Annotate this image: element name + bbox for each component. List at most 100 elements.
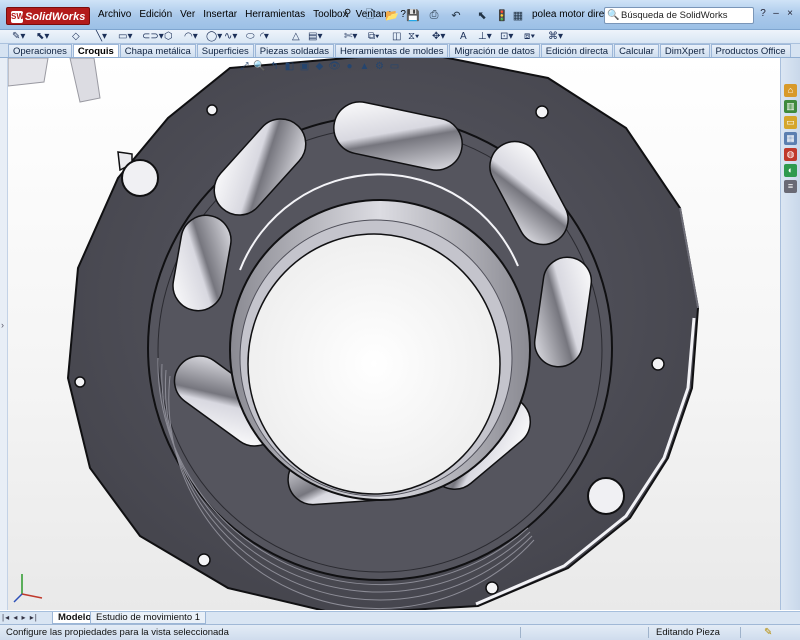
status-divider (648, 627, 649, 638)
print-icon[interactable]: ⎙ (426, 6, 442, 24)
open-icon[interactable]: 📂 (384, 6, 400, 24)
bolt-hole[interactable] (74, 376, 86, 388)
rectangle-icon[interactable]: ▭▾ (118, 30, 132, 44)
mirror-icon[interactable]: ⧖▾ (408, 30, 419, 44)
search-placeholder: Búsqueda de SolidWorks (621, 10, 728, 21)
graphics-area[interactable] (8, 58, 780, 610)
quick-snaps-icon[interactable]: ⊡▾ (500, 30, 513, 44)
fillet-icon[interactable]: ◜▾ (260, 30, 269, 44)
bolt-hole[interactable] (535, 105, 549, 119)
tab-migracion-datos[interactable]: Migración de datos (449, 44, 540, 57)
spline-icon[interactable]: ∿▾ (224, 30, 237, 44)
bore-opening (247, 233, 501, 495)
text-icon[interactable]: A (460, 30, 467, 44)
title-bar: SWSolidWorks Archivo Edición Ver Inserta… (0, 0, 800, 30)
part-model[interactable] (8, 58, 780, 610)
custom-properties-icon[interactable]: ◐ (784, 164, 797, 177)
options-icon[interactable]: ▦ (510, 6, 526, 24)
search-icon: 🔍 (607, 10, 620, 21)
undo-icon[interactable]: ↶ (448, 6, 464, 24)
tab-edicion-directa[interactable]: Edición directa (540, 44, 614, 57)
smart-dimension-icon[interactable]: ◇ (72, 30, 80, 44)
mounting-hole[interactable] (121, 159, 159, 197)
bottom-tabs: |◂ ◂ ▸ ▸| Modelo Estudio de movimiento 1 (0, 611, 800, 624)
tab-dimxpert[interactable]: DimXpert (659, 44, 710, 57)
polygon-icon[interactable]: ⬡ (164, 30, 173, 44)
help-icon[interactable]: ? (757, 8, 769, 20)
arc-icon[interactable]: ◠▾ (184, 30, 198, 44)
convert-entities-icon[interactable]: ⧉▾ (368, 30, 379, 44)
tab-scroll-icons[interactable]: |◂ ◂ ▸ ▸| (2, 613, 38, 622)
sketch-icon[interactable]: ✎▾ (12, 30, 25, 44)
menu-edicion[interactable]: Edición (135, 9, 176, 20)
new-document-icon[interactable]: 🗋 (362, 6, 378, 24)
status-mode: Editando Pieza (656, 627, 720, 638)
solidworks-logo-badge: SW (11, 11, 24, 24)
bolt-hole[interactable] (485, 581, 499, 595)
background-edge (69, 58, 101, 103)
rapid-sketch-icon[interactable]: ⌘▾ (548, 30, 563, 44)
menu-herramientas[interactable]: Herramientas (241, 9, 309, 20)
view-palette-icon[interactable]: ▦ (784, 132, 797, 145)
view-settings-icon[interactable]: ⚙ (373, 60, 386, 73)
section-view-icon[interactable]: ◧ (283, 60, 296, 73)
ellipse-icon[interactable]: ⬭ (246, 30, 255, 44)
move-entities-icon[interactable]: ✥▾ (432, 30, 445, 44)
tab-chapa-metalica[interactable]: Chapa metálica (119, 44, 196, 57)
line-icon[interactable]: ╲▾ (96, 30, 107, 44)
save-icon[interactable]: 💾 (405, 6, 421, 24)
bolt-hole[interactable] (197, 553, 211, 567)
zoom-fit-icon[interactable]: ⤢ (238, 60, 251, 73)
hide-show-icon[interactable]: 👁 (328, 60, 341, 73)
home-icon[interactable]: ⌂ (784, 84, 797, 97)
menu-ver[interactable]: Ver (176, 9, 199, 20)
edit-appearance-icon[interactable]: ● (343, 60, 356, 73)
close-icon[interactable]: × (784, 8, 796, 20)
tab-croquis[interactable]: Croquis (72, 44, 119, 57)
select-tool-icon[interactable]: ⬉▾ (36, 30, 49, 44)
minimize-icon[interactable]: – (770, 8, 782, 20)
solidworks-logo[interactable]: SWSolidWorks (6, 7, 90, 25)
slot-icon[interactable]: ⊂⊃▾ (142, 30, 164, 44)
feature-manager-splitter[interactable]: › (0, 58, 8, 610)
search-input[interactable]: 🔍 Búsqueda de SolidWorks (604, 7, 754, 24)
mounting-hole[interactable] (587, 477, 625, 515)
tab-herramientas-moldes[interactable]: Herramientas de moldes (334, 44, 449, 57)
menu-insertar[interactable]: Insertar (199, 9, 241, 20)
display-style-icon[interactable]: ◆ (313, 60, 326, 73)
point-icon[interactable]: △ (292, 30, 300, 44)
tab-calcular[interactable]: Calcular (614, 44, 659, 57)
appearances-icon[interactable]: ◍ (784, 148, 797, 161)
view-orientation-icon[interactable]: ▣ (298, 60, 311, 73)
bolt-hole[interactable] (206, 104, 218, 116)
rebuild-icon[interactable]: 🚦 (494, 6, 510, 24)
relations-icon[interactable]: ⊥▾ (478, 30, 492, 44)
bolt-hole[interactable] (651, 357, 665, 371)
command-toolbar: ✎▾ ⬉▾ ◇ ╲▾ ▭▾ ⊂⊃▾ ⬡ ◠▾ ◯▾ ∿▾ ⬭ ◜▾ △ ▤▾ ✄… (0, 30, 800, 44)
tab-productos-office[interactable]: Productos Office (710, 44, 791, 57)
triad-icon (13, 574, 43, 603)
offset-icon[interactable]: ◫ (392, 30, 401, 44)
centerline-icon[interactable]: ▤▾ (308, 30, 322, 44)
tab-superficies[interactable]: Superficies (196, 44, 254, 57)
library-icon[interactable]: ▥ (784, 100, 797, 113)
tab-piezas-soldadas[interactable]: Piezas soldadas (254, 44, 334, 57)
trim-icon[interactable]: ✄▾ (344, 30, 357, 44)
apply-scene-icon[interactable]: ▲ (358, 60, 371, 73)
tab-estudio-movimiento[interactable]: Estudio de movimiento 1 (90, 612, 207, 624)
expand-arrow-icon[interactable]: › (1, 320, 4, 330)
menu-archivo[interactable]: Archivo (94, 9, 135, 20)
zoom-area-icon[interactable]: 🔍 (253, 60, 266, 73)
circle-icon[interactable]: ◯▾ (206, 30, 222, 44)
repair-sketch-icon[interactable]: ⧈▾ (524, 30, 535, 44)
select-icon[interactable]: ⬉ (474, 6, 490, 24)
edit-pencil-icon[interactable]: ✎ (764, 625, 772, 640)
toolbox-icon[interactable]: ≡ (784, 180, 797, 193)
tab-operaciones[interactable]: Operaciones (8, 44, 72, 57)
status-message: Configure las propiedades para la vista … (6, 627, 229, 638)
previous-view-icon[interactable]: ↰ (268, 60, 281, 73)
camera-icon[interactable]: ▭ (388, 60, 401, 73)
pin-icon[interactable]: ⚲ (344, 8, 356, 20)
folder-icon[interactable]: ▭ (784, 116, 797, 129)
task-pane: ⌂ ▥ ▭ ▦ ◍ ◐ ≡ (780, 58, 800, 610)
